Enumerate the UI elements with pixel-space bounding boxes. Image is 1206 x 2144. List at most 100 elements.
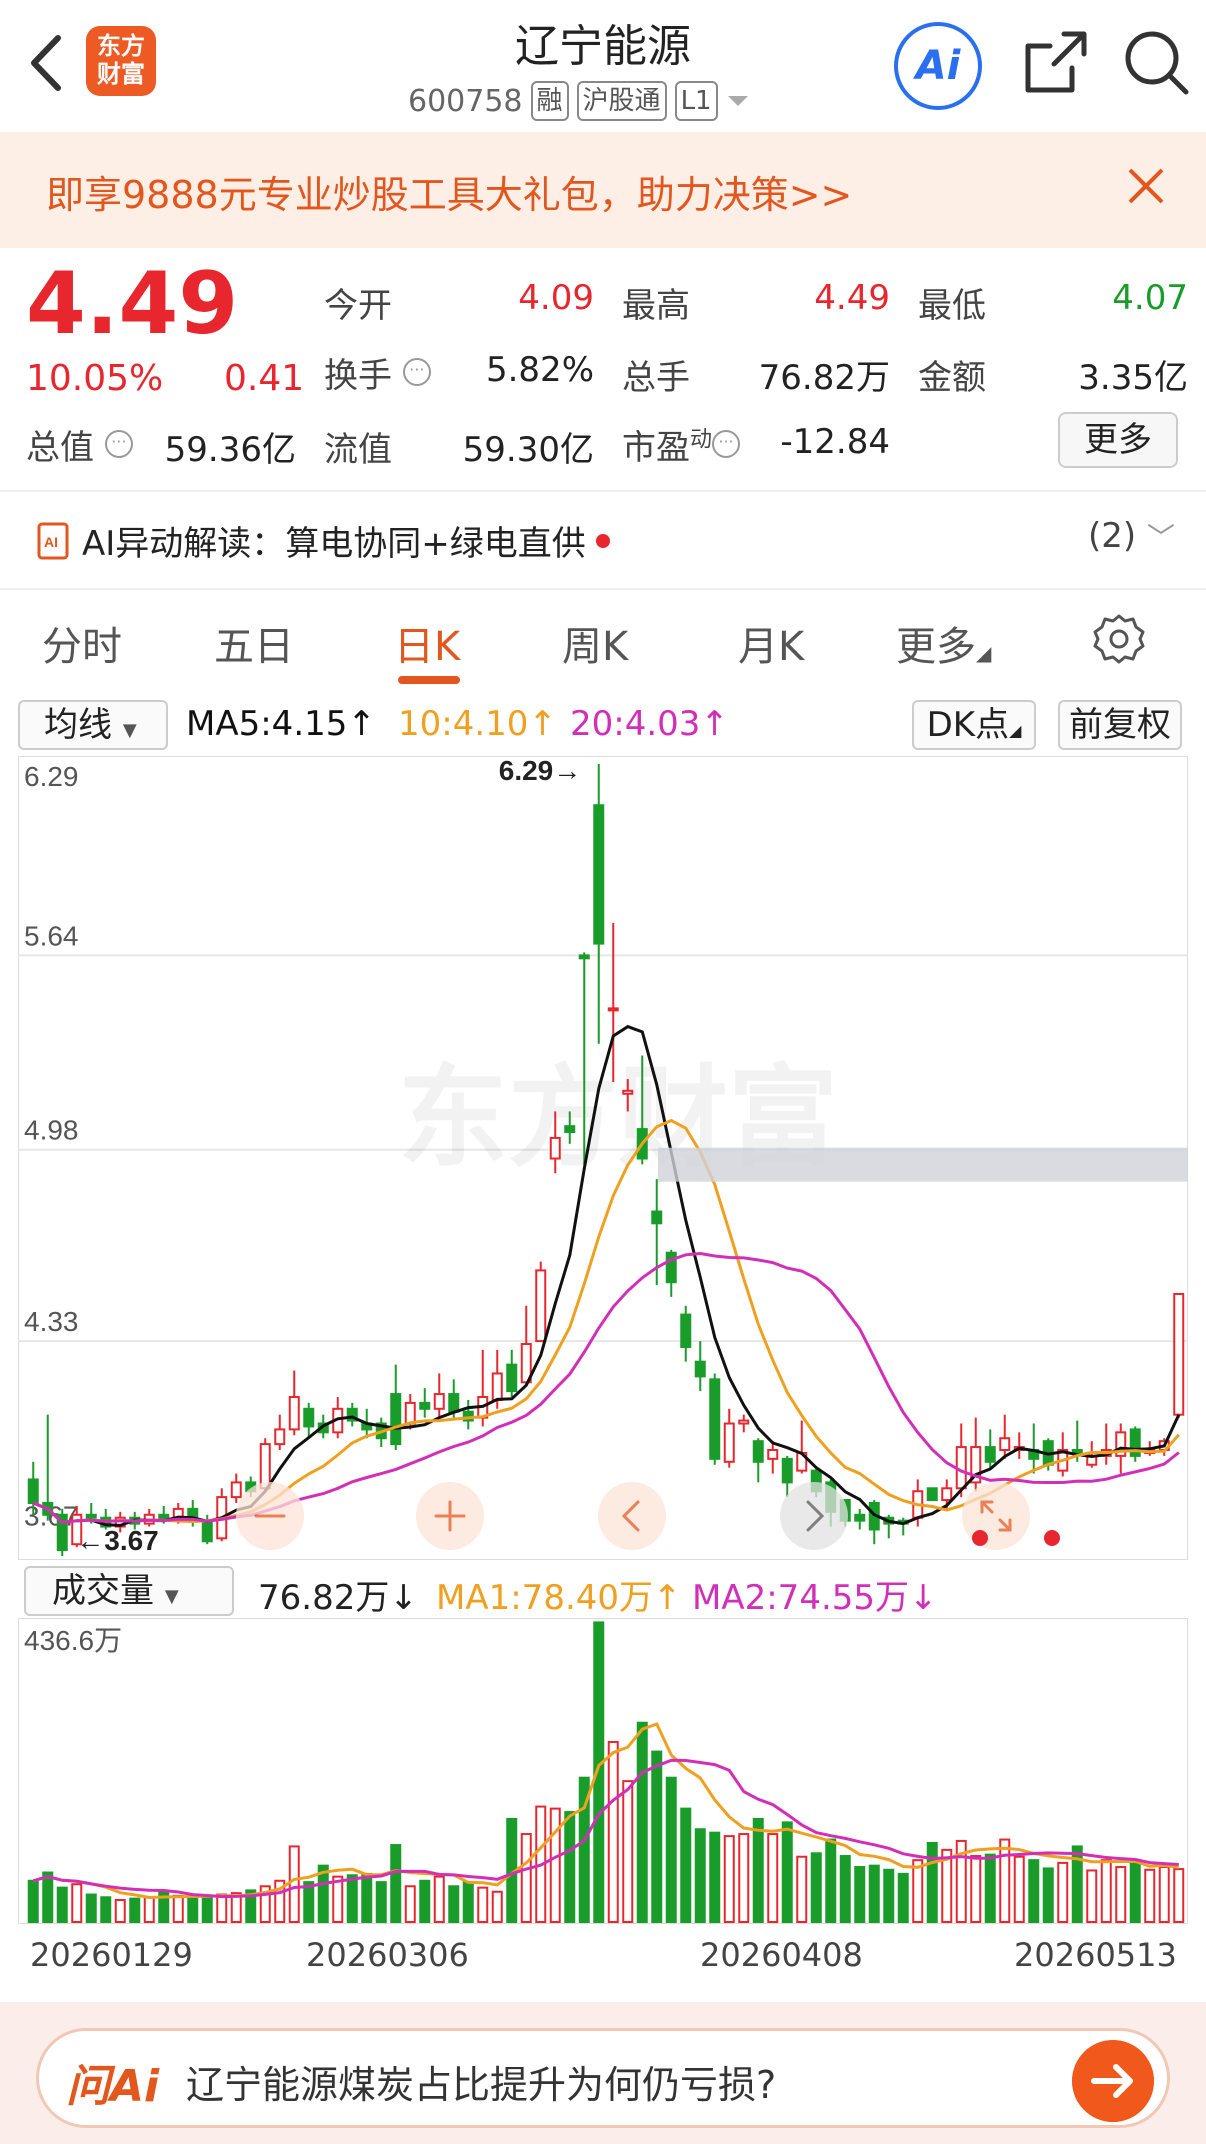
volume-bar [839, 1855, 851, 1924]
candle-body [781, 1457, 793, 1484]
candle-body [390, 1393, 402, 1446]
volume-bar [825, 1838, 837, 1923]
divider [0, 588, 1206, 590]
volume-bar [1028, 1859, 1040, 1923]
candle-body [723, 1422, 735, 1463]
dropdown-triangle-icon: ▼ [122, 720, 137, 741]
arrow-right-icon[interactable] [1072, 2040, 1154, 2122]
candle-body [404, 1401, 416, 1425]
candle-body [433, 1393, 445, 1410]
candle-body [941, 1487, 953, 1502]
volume-bar [1100, 1859, 1112, 1923]
volume-bar [738, 1833, 750, 1923]
tab-five-day[interactable]: 五日 [214, 614, 294, 672]
volume-bar [187, 1897, 199, 1924]
ai-button[interactable]: Ai [894, 22, 982, 110]
candle-body [984, 1446, 996, 1463]
turnover-label: 换手 ··· [324, 348, 431, 397]
more-quote-button[interactable]: 更多 [1058, 412, 1178, 468]
volume-selector[interactable]: 成交量 ▼ [24, 1566, 234, 1616]
dropdown-caret-icon[interactable] [726, 94, 750, 108]
volume-bar [810, 1852, 822, 1923]
search-icon[interactable] [1122, 28, 1192, 98]
dk-label: DK点 [926, 705, 1010, 745]
close-icon[interactable] [1124, 164, 1168, 208]
volume-bar [346, 1874, 358, 1923]
volume-bar [100, 1896, 112, 1923]
zoom-in-button[interactable] [416, 1482, 484, 1550]
high-label: 最高 [622, 286, 690, 326]
active-tab-indicator [398, 676, 460, 684]
candle-body [999, 1437, 1011, 1452]
info-icon[interactable]: ··· [712, 429, 741, 458]
volume-bar [448, 1885, 460, 1923]
volume-bar [42, 1871, 54, 1923]
alert-dot [595, 533, 610, 548]
volume-bar [651, 1750, 663, 1923]
ask-ai-question[interactable]: 辽宁能源煤炭占比提升为何仍亏损? [186, 2054, 776, 2109]
info-icon[interactable]: ··· [402, 357, 431, 386]
candle-body [230, 1481, 242, 1499]
pe-label: 市盈动 ··· [622, 420, 741, 469]
volume-bar [27, 1879, 39, 1924]
candle-body [201, 1519, 213, 1543]
open-value: 4.09 [518, 278, 594, 318]
volume-bar [549, 1807, 561, 1924]
kline-chart[interactable]: 6.295.644.984.333.67东方财富6.29→←3.67 [18, 756, 1188, 1560]
info-icon[interactable]: ··· [104, 429, 133, 458]
fullscreen-button[interactable] [962, 1482, 1030, 1550]
dk-point-button[interactable]: DK点◢ [912, 700, 1036, 750]
settings-gear-icon[interactable] [1092, 612, 1146, 666]
price-band [658, 1147, 1188, 1182]
dropdown-triangle-icon: ▼ [164, 1586, 179, 1607]
pan-left-button[interactable] [598, 1482, 666, 1550]
candle-body [419, 1401, 431, 1410]
candle-body [85, 1513, 97, 1519]
y-tick-label: 4.33 [24, 1306, 79, 1337]
ai-insight-row[interactable]: AI AI异动解读：算电协同+绿电直供 [36, 516, 610, 565]
ma-selector[interactable]: 均线 ▼ [18, 700, 168, 750]
ma5-value: MA5:4.15↑ [186, 704, 376, 744]
tab-weekly-k[interactable]: 周K [562, 614, 628, 672]
volume-bar [1057, 1861, 1069, 1924]
candle-body [651, 1210, 663, 1225]
date-label: 20260408 [700, 1936, 863, 1974]
ai-insight-text[interactable]: AI异动解读：算电协同+绿电直供 [82, 516, 586, 565]
tag-level: L1 [674, 81, 718, 121]
candle-body [27, 1478, 39, 1505]
candle-body [448, 1393, 460, 1413]
back-arrow-icon[interactable] [24, 28, 64, 98]
pe-sup: 动 [690, 427, 713, 453]
volume-bar [912, 1859, 924, 1923]
volume-bar [723, 1835, 735, 1923]
volume-ma1: MA1:78.40万↑ [436, 1578, 682, 1618]
total-value-label-text: 总值 [26, 428, 94, 468]
divider [0, 490, 1206, 492]
promo-text[interactable]: 即享9888元专业炒股工具大礼包，助力决策>> [46, 164, 852, 219]
volume-bar [999, 1838, 1011, 1923]
candle-body [738, 1419, 750, 1425]
volume-bar [433, 1875, 445, 1923]
y-tick-label: 4.98 [24, 1115, 79, 1146]
tab-monthly-k[interactable]: 月K [738, 614, 804, 672]
volume-chart[interactable]: 436.6万 [18, 1618, 1188, 1924]
volume-bar [636, 1721, 648, 1923]
volume-bar [883, 1868, 895, 1924]
ai-insight-count[interactable]: (2) ﹀ [1088, 516, 1175, 556]
amount-label: 金额 [918, 358, 986, 398]
share-icon[interactable] [1020, 28, 1090, 98]
tab-intraday[interactable]: 分时 [42, 614, 122, 672]
chevron-down-icon: ﹀ [1146, 521, 1175, 554]
stock-name: 辽宁能源 [515, 21, 691, 72]
tab-more[interactable]: 更多◢ [896, 614, 991, 672]
ai-count-text: (2) [1088, 516, 1137, 556]
adjust-button[interactable]: 前复权 [1058, 700, 1182, 750]
volume-bar [114, 1899, 126, 1923]
zoom-out-button[interactable] [236, 1482, 304, 1550]
low-value: 4.07 [1112, 278, 1188, 318]
pe-label-text: 市盈 [622, 428, 690, 468]
tab-daily-k[interactable]: 日K [394, 614, 460, 672]
volume-bar [477, 1886, 489, 1924]
candle-body [303, 1407, 315, 1428]
pan-right-button[interactable] [780, 1482, 848, 1550]
